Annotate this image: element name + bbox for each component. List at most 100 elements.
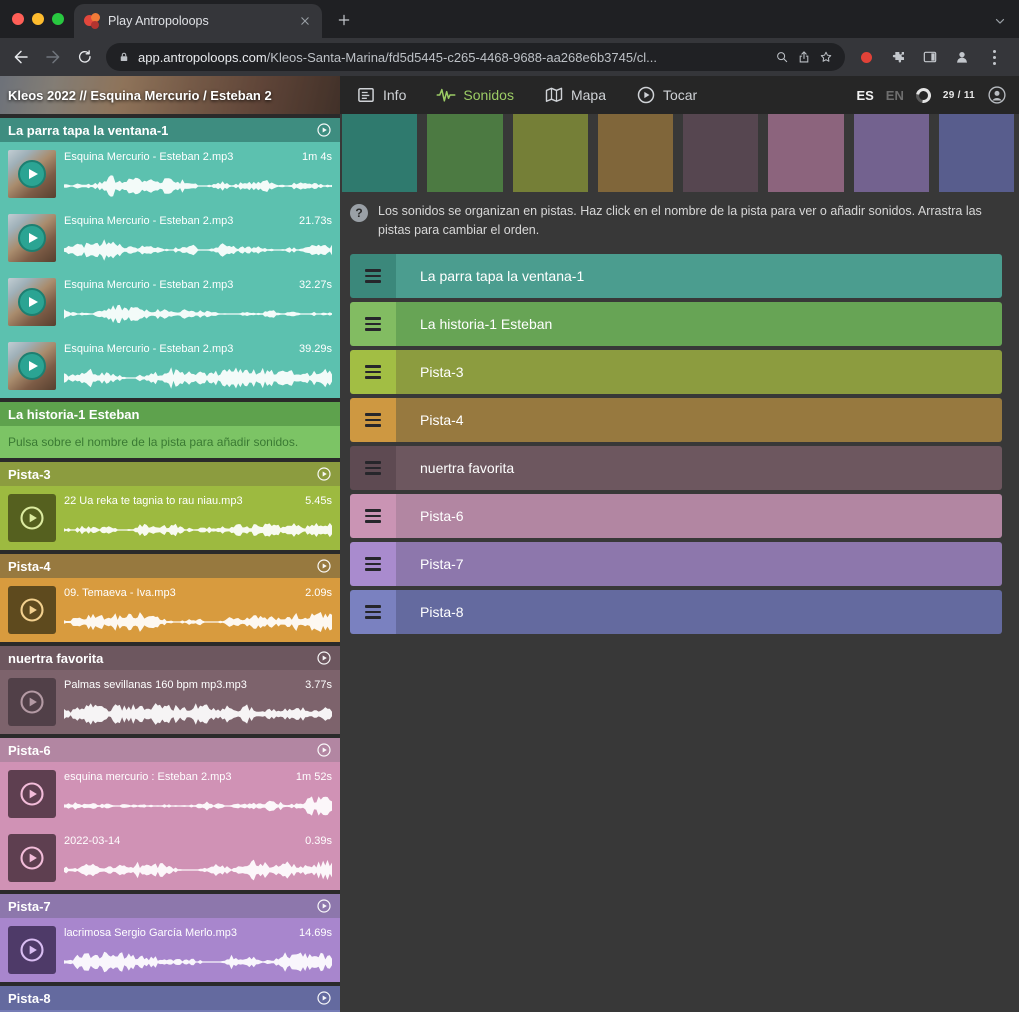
play-track-icon[interactable] — [316, 990, 332, 1006]
menu-kebab-icon[interactable] — [979, 42, 1009, 72]
drag-handle[interactable] — [350, 494, 396, 538]
tab-sonidos[interactable]: Sonidos — [436, 85, 514, 105]
drag-handle[interactable] — [350, 254, 396, 298]
play-sound-button[interactable] — [8, 770, 56, 818]
track-row[interactable]: Pista-7 — [350, 542, 1002, 586]
sound-item[interactable]: Esquina Mercurio - Esteban 2.mp31m 4s — [0, 142, 340, 206]
drag-handle[interactable] — [350, 542, 396, 586]
track-color-swatch[interactable] — [342, 114, 417, 192]
track-color-swatch[interactable] — [768, 114, 843, 192]
track-header[interactable]: Pista-8 — [0, 986, 340, 1010]
extensions-puzzle-icon[interactable] — [883, 42, 913, 72]
track-header[interactable]: Pista-3 — [0, 462, 340, 486]
play-sound-button[interactable] — [8, 926, 56, 974]
fullscreen-window-button[interactable] — [52, 13, 64, 25]
bookmark-star-icon[interactable] — [819, 50, 833, 64]
reload-button[interactable] — [70, 42, 100, 72]
lang-es-button[interactable]: ES — [856, 88, 873, 103]
track-name: Pista-6 — [8, 743, 51, 758]
tab-tocar[interactable]: Tocar — [636, 85, 697, 105]
sound-title: lacrimosa Sergio García Merlo.mp3 — [64, 927, 237, 939]
track-row[interactable]: La historia-1 Esteban — [350, 302, 1002, 346]
track-header[interactable]: Pista-4 — [0, 554, 340, 578]
project-hero[interactable]: Kleos 2022 // Esquina Mercurio / Esteban… — [0, 76, 340, 114]
tab-strip: Play Antropoloops — [0, 0, 1019, 38]
track-color-swatch[interactable] — [427, 114, 502, 192]
track-header[interactable]: Pista-7 — [0, 894, 340, 918]
drag-handle[interactable] — [350, 590, 396, 634]
track-row[interactable]: Pista-3 — [350, 350, 1002, 394]
sound-thumbnail[interactable] — [8, 150, 56, 198]
profile-avatar-icon[interactable] — [947, 42, 977, 72]
track-row[interactable]: nuertra favorita — [350, 446, 1002, 490]
track-color-swatch[interactable] — [683, 114, 758, 192]
track-row[interactable]: La parra tapa la ventana-1 — [350, 254, 1002, 298]
track-row[interactable]: Pista-4 — [350, 398, 1002, 442]
waveform — [64, 518, 332, 542]
play-track-icon[interactable] — [316, 898, 332, 914]
info-list-icon — [356, 85, 376, 105]
sound-item[interactable]: esquina mercurio : Esteban 2.mp31m 52s — [0, 762, 340, 826]
browser-tab[interactable]: Play Antropoloops — [74, 4, 322, 38]
loading-spinner-icon — [913, 85, 934, 106]
record-extension-icon[interactable] — [851, 42, 881, 72]
play-track-icon[interactable] — [316, 650, 332, 666]
track-header[interactable]: Pista-6 — [0, 738, 340, 762]
address-bar[interactable]: app.antropoloops.com/Kleos-Santa-Marina/… — [106, 43, 845, 71]
share-icon[interactable] — [797, 50, 811, 64]
sound-duration: 3.77s — [305, 679, 332, 691]
play-track-icon[interactable] — [316, 558, 332, 574]
play-sound-button[interactable] — [8, 494, 56, 542]
tab-info[interactable]: Info — [356, 85, 406, 105]
tab-search-chevron-icon[interactable] — [993, 14, 1007, 28]
forward-button[interactable] — [38, 42, 68, 72]
drag-handle[interactable] — [350, 446, 396, 490]
minimize-window-button[interactable] — [32, 13, 44, 25]
close-window-button[interactable] — [12, 13, 24, 25]
zoom-icon[interactable] — [775, 50, 789, 64]
play-sound-button[interactable] — [8, 834, 56, 882]
track-row[interactable]: Pista-6 — [350, 494, 1002, 538]
play-track-icon[interactable] — [316, 742, 332, 758]
sound-title: Esquina Mercurio - Esteban 2.mp3 — [64, 343, 233, 355]
map-icon — [544, 85, 564, 105]
play-sound-button[interactable] — [8, 678, 56, 726]
play-sound-button[interactable] — [8, 586, 56, 634]
hamburger-icon — [365, 317, 381, 331]
play-track-icon[interactable] — [316, 122, 332, 138]
url-text[interactable]: app.antropoloops.com/Kleos-Santa-Marina/… — [138, 50, 767, 65]
track-color-swatch[interactable] — [939, 114, 1014, 192]
account-icon[interactable] — [987, 85, 1007, 105]
tab-mapa[interactable]: Mapa — [544, 85, 606, 105]
sound-item[interactable]: 2022-03-140.39s — [0, 826, 340, 890]
back-button[interactable] — [6, 42, 36, 72]
sound-item[interactable]: 22 Ua reka te tagnia to rau niau.mp35.45… — [0, 486, 340, 550]
new-tab-button[interactable] — [330, 6, 358, 34]
lock-icon[interactable] — [118, 51, 130, 63]
sound-thumbnail[interactable] — [8, 342, 56, 390]
side-panel-icon[interactable] — [915, 42, 945, 72]
sound-item[interactable]: Palmas sevillanas 160 bpm mp3.mp33.77s — [0, 670, 340, 734]
sound-item[interactable]: Esquina Mercurio - Esteban 2.mp332.27s — [0, 270, 340, 334]
sound-item[interactable]: Esquina Mercurio - Esteban 2.mp339.29s — [0, 334, 340, 398]
sidebar-section-pista-6: Pista-6 esquina mercurio : Esteban 2.mp3… — [0, 738, 340, 890]
drag-handle[interactable] — [350, 350, 396, 394]
sound-thumbnail[interactable] — [8, 278, 56, 326]
app-header-right: ES EN 29 / 11 — [856, 76, 1019, 114]
track-header[interactable]: La parra tapa la ventana-1 — [0, 118, 340, 142]
track-header[interactable]: La historia-1 Esteban — [0, 402, 340, 426]
sound-item[interactable]: Esquina Mercurio - Esteban 2.mp321.73s — [0, 206, 340, 270]
tab-close-icon[interactable] — [298, 14, 312, 28]
play-track-icon[interactable] — [316, 466, 332, 482]
drag-handle[interactable] — [350, 398, 396, 442]
drag-handle[interactable] — [350, 302, 396, 346]
sound-item[interactable]: lacrimosa Sergio García Merlo.mp314.69s — [0, 918, 340, 982]
lang-en-button[interactable]: EN — [886, 88, 904, 103]
track-color-swatch[interactable] — [854, 114, 929, 192]
track-header[interactable]: nuertra favorita — [0, 646, 340, 670]
track-row[interactable]: Pista-8 — [350, 590, 1002, 634]
sound-thumbnail[interactable] — [8, 214, 56, 262]
sound-item[interactable]: 09. Temaeva - Iva.mp32.09s — [0, 578, 340, 642]
track-color-swatch[interactable] — [598, 114, 673, 192]
track-color-swatch[interactable] — [513, 114, 588, 192]
